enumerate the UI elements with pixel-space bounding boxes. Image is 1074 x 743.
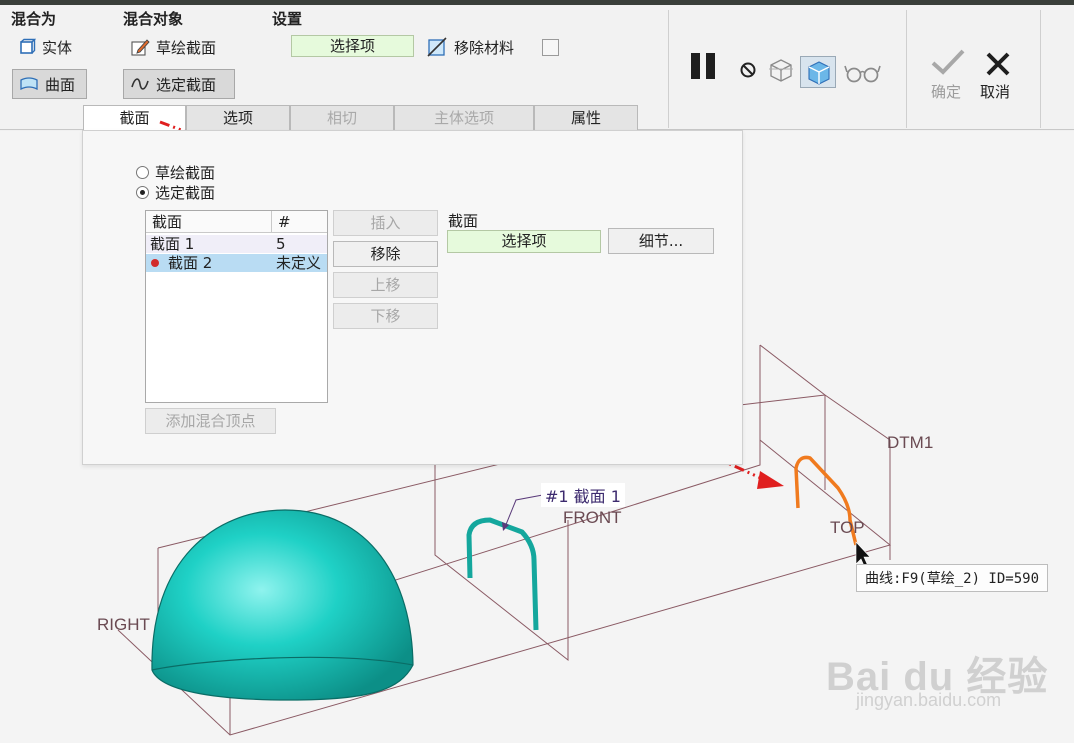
surface-label: 曲面 bbox=[45, 75, 76, 94]
radio-sketch-label: 草绘截面 bbox=[155, 164, 216, 182]
baidu-watermark-url: jingyan.baidu.com bbox=[856, 690, 1002, 710]
group-label-blend-object: 混合对象 bbox=[123, 10, 184, 28]
group-label-settings: 设置 bbox=[272, 10, 303, 28]
ribbon-separator-2 bbox=[906, 10, 907, 128]
row-section-count: 5 bbox=[276, 235, 286, 253]
datum-label-front: FRONT bbox=[563, 508, 622, 527]
ribbon-separator-1 bbox=[668, 10, 669, 128]
group-label-blend-as: 混合为 bbox=[11, 10, 57, 28]
solid-label: 实体 bbox=[42, 38, 73, 57]
x-icon[interactable] bbox=[984, 50, 1012, 78]
solid-cube-icon bbox=[20, 38, 36, 54]
thicken-checkbox[interactable] bbox=[542, 39, 559, 56]
ribbon-separator-3 bbox=[1040, 10, 1041, 128]
selected-section-button[interactable]: 选定截面 bbox=[123, 69, 235, 99]
radio-selected-section[interactable]: 选定截面 bbox=[136, 182, 215, 203]
sketch-section-label: 草绘截面 bbox=[156, 38, 217, 57]
tab-options[interactable]: 选项 bbox=[186, 105, 290, 131]
pencil-sketch-icon bbox=[131, 39, 150, 56]
selected-section-label: 选定截面 bbox=[156, 75, 217, 94]
tab-body-options[interactable]: 主体选项 bbox=[394, 105, 534, 131]
row-section-name: 截面 2 bbox=[168, 254, 213, 272]
radio-selected-circle[interactable] bbox=[136, 186, 149, 199]
surface-button[interactable]: 曲面 bbox=[12, 69, 87, 99]
cancel-label[interactable]: 取消 bbox=[980, 81, 1010, 102]
stop-icon[interactable] bbox=[738, 60, 758, 80]
active-section-dot-icon bbox=[151, 259, 159, 267]
radio-selected-label: 选定截面 bbox=[155, 184, 216, 202]
settings-select-field[interactable]: 选择项 bbox=[291, 35, 414, 57]
confirm-label[interactable]: 确定 bbox=[931, 81, 961, 102]
datum-label-top: TOP bbox=[830, 518, 865, 537]
preview-solid-button[interactable] bbox=[800, 56, 836, 88]
solid-button[interactable]: 实体 bbox=[12, 32, 78, 62]
section-select-field[interactable]: 选择项 bbox=[447, 230, 601, 253]
remove-material-label: 移除材料 bbox=[454, 38, 515, 57]
details-button[interactable]: 细节... bbox=[608, 228, 714, 254]
move-down-button[interactable]: 下移 bbox=[333, 303, 438, 329]
check-icon[interactable] bbox=[930, 47, 966, 77]
preview-wire-icon[interactable] bbox=[766, 57, 796, 83]
table-row[interactable]: 截面 1 5 bbox=[146, 235, 327, 253]
move-up-button[interactable]: 上移 bbox=[333, 272, 438, 298]
sections-list[interactable]: 截面 # 截面 1 5 截面 2 未定义 bbox=[145, 210, 328, 403]
column-header-section[interactable]: 截面 bbox=[146, 211, 272, 233]
radio-sketch-circle[interactable] bbox=[136, 166, 149, 179]
insert-button[interactable]: 插入 bbox=[333, 210, 438, 236]
curve-select-icon bbox=[131, 78, 149, 90]
pause-icon[interactable] bbox=[688, 50, 722, 84]
section-1-tag: #1 截面 1 bbox=[541, 483, 625, 507]
tab-properties[interactable]: 属性 bbox=[534, 105, 638, 131]
column-header-count[interactable]: # bbox=[272, 211, 327, 233]
sections-panel: 草绘截面 选定截面 截面 # 截面 1 5 截面 2 未定义 插入 移除 上移 … bbox=[82, 130, 743, 465]
remove-material-button[interactable]: 移除材料 bbox=[420, 32, 520, 62]
preview-solid-icon bbox=[808, 61, 830, 85]
glasses-icon[interactable] bbox=[844, 62, 882, 84]
table-row[interactable]: 截面 2 未定义 bbox=[146, 254, 327, 272]
radio-sketch-section[interactable]: 草绘截面 bbox=[136, 162, 215, 183]
curve-tooltip: 曲线:F9(草绘_2) ID=590 bbox=[856, 564, 1049, 592]
tab-sections[interactable]: 截面 bbox=[83, 105, 186, 131]
surface-icon bbox=[20, 77, 38, 91]
datum-label-right: RIGHT bbox=[97, 615, 150, 634]
row-section-count: 未定义 bbox=[276, 254, 322, 272]
section-field-label: 截面 bbox=[448, 212, 479, 230]
tab-tangency[interactable]: 相切 bbox=[290, 105, 394, 131]
datum-label-dtm1: DTM1 bbox=[887, 433, 934, 452]
row-section-name: 截面 1 bbox=[150, 235, 195, 253]
add-blend-vertex-button[interactable]: 添加混合顶点 bbox=[145, 408, 276, 434]
remove-button[interactable]: 移除 bbox=[333, 241, 438, 267]
remove-material-icon bbox=[427, 37, 447, 57]
sketch-section-button[interactable]: 草绘截面 bbox=[124, 32, 222, 62]
